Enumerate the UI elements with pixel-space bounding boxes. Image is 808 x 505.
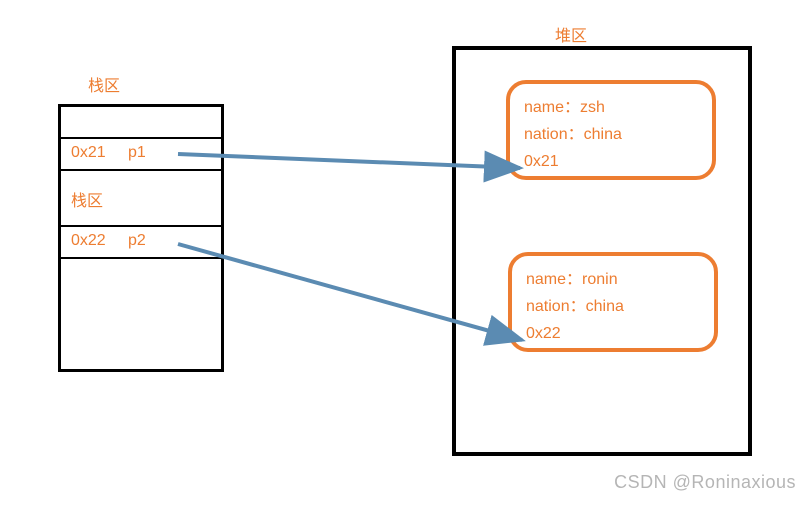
stack-p2-addr: 0x22 [71, 232, 106, 249]
stack-inner-label-row: 栈区 [61, 171, 221, 227]
stack-p2-var: p2 [128, 232, 146, 249]
obj2-nation-label: nation： [526, 298, 586, 315]
obj2-addr: 0x22 [526, 320, 700, 347]
stack-p1-addr: 0x21 [71, 144, 106, 161]
obj1-name-value: zsh [580, 99, 605, 116]
stack-row-empty-top [61, 107, 221, 139]
heap-area-title: 堆区 [555, 22, 587, 46]
obj1-name-line: name：zsh [524, 94, 698, 121]
stack-row-empty-bottom [61, 259, 221, 369]
stack-p1-var: p1 [128, 144, 146, 161]
stack-row-p1: 0x21 p1 [61, 139, 221, 171]
heap-object-2: name：ronin nation：china 0x22 [508, 252, 718, 352]
obj1-name-label: name： [524, 99, 580, 116]
stack-row-p2: 0x22 p2 [61, 227, 221, 259]
obj2-name-value: ronin [582, 271, 618, 288]
stack-inner-label: 栈区 [71, 193, 103, 210]
obj2-name-label: name： [526, 271, 582, 288]
obj2-nation-value: china [586, 298, 624, 315]
obj1-addr: 0x21 [524, 148, 698, 175]
obj2-name-line: name：ronin [526, 266, 700, 293]
obj1-nation-value: china [584, 126, 622, 143]
stack-box: 0x21 p1 栈区 0x22 p2 [58, 104, 224, 372]
obj1-nation-label: nation： [524, 126, 584, 143]
obj1-nation-line: nation：china [524, 121, 698, 148]
stack-area-title: 栈区 [88, 72, 120, 96]
heap-object-1: name：zsh nation：china 0x21 [506, 80, 716, 180]
obj2-nation-line: nation：china [526, 293, 700, 320]
watermark: CSDN @Roninaxious [614, 472, 796, 493]
